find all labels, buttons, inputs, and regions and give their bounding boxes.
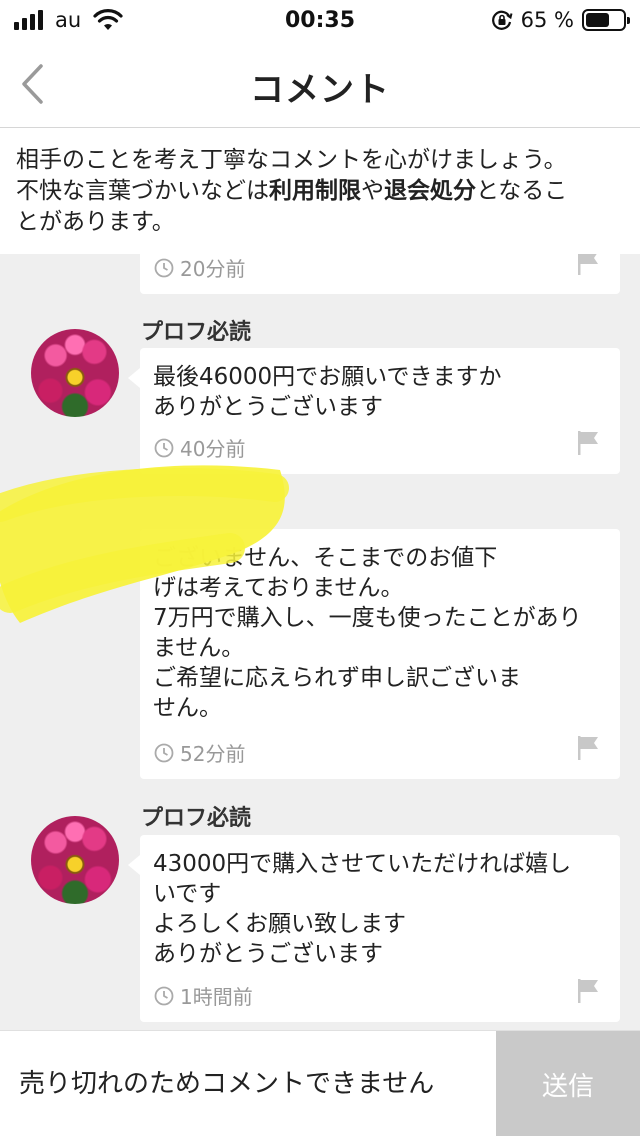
comment-meta: 20分前 [154,254,245,282]
comment-compose-bar: 送信 [0,1030,640,1136]
notice-text: や [361,178,384,204]
comment-meta: 40分前 [154,433,245,462]
orientation-lock-icon [491,10,513,30]
status-bar: au 00:35 65 % [0,0,640,40]
notice-bold-usage-limit: 利用制限 [269,178,361,204]
battery-fill [586,13,610,27]
comment-bubble: 最後46000円でお願いできますか ありがとうございます 40分前 [128,348,620,474]
comment-list[interactable]: 20分前 プロフ必読 最後46000円でお願いできますか ありがとうございます … [0,254,640,1030]
clock-icon [154,743,174,762]
status-right: 65 % [491,8,630,32]
comment-time: 20分前 [180,257,246,281]
comment-text: ございません、そこまでのお値下 げは考えておりません。 7万円で購入し、一度も使… [153,545,582,721]
page-title: コメント [250,70,390,110]
comment-text: 最後46000円でお願いできますか ありがとうございます [153,364,502,420]
notice-line-1: 相手のことを考え丁寧なコメントを心がけましょう。 [16,147,567,173]
comment-input[interactable] [0,1031,496,1136]
notice-text: となるこ [476,178,568,204]
comment-text: 43000円で購入させていただければ嬉し いです よろしくお願い致します ありが… [153,851,572,967]
comment-guidelines-notice: 相手のことを考え丁寧なコメントを心がけましょう。 不快な言葉づかいなどは利用制限… [0,129,640,254]
notice-line-3: とがあります。 [16,209,175,235]
avatar[interactable] [31,329,119,417]
comment-bubble: 43000円で購入させていただければ嬉し いです よろしくお願い致します ありが… [128,835,620,1022]
clock-icon [154,258,174,277]
comment-meta: 1時間前 [154,981,253,1010]
comment-time: 1時間前 [180,985,253,1009]
flag-icon[interactable] [576,430,600,456]
send-button[interactable]: 送信 [496,1031,640,1136]
battery-percent: 65 % [520,8,574,32]
flag-icon[interactable] [576,735,600,761]
notice-bold-withdrawal: 退会処分 [384,178,476,204]
notice-text: 不快な言葉づかいなどは [16,178,269,204]
comment-username[interactable]: プロフ必読 [141,314,251,346]
flag-icon[interactable] [576,978,600,1004]
comment-username[interactable]: プロフ必読 [141,800,251,832]
clock-icon [154,438,174,457]
clock-icon [154,986,174,1005]
nav-bar: コメント [0,40,640,128]
flag-icon[interactable] [576,254,600,276]
comment-time: 40分前 [180,437,246,461]
comment-time: 52分前 [180,742,246,766]
comment-bubble: 20分前 [140,254,620,294]
comment-meta: 52分前 [154,738,245,767]
comment-bubble: ございません、そこまでのお値下 げは考えておりません。 7万円で購入し、一度も使… [140,529,620,779]
battery-icon [582,9,630,31]
avatar[interactable] [31,816,119,904]
notice-line-2: 不快な言葉づかいなどは利用制限や退会処分となるこ [16,176,624,207]
